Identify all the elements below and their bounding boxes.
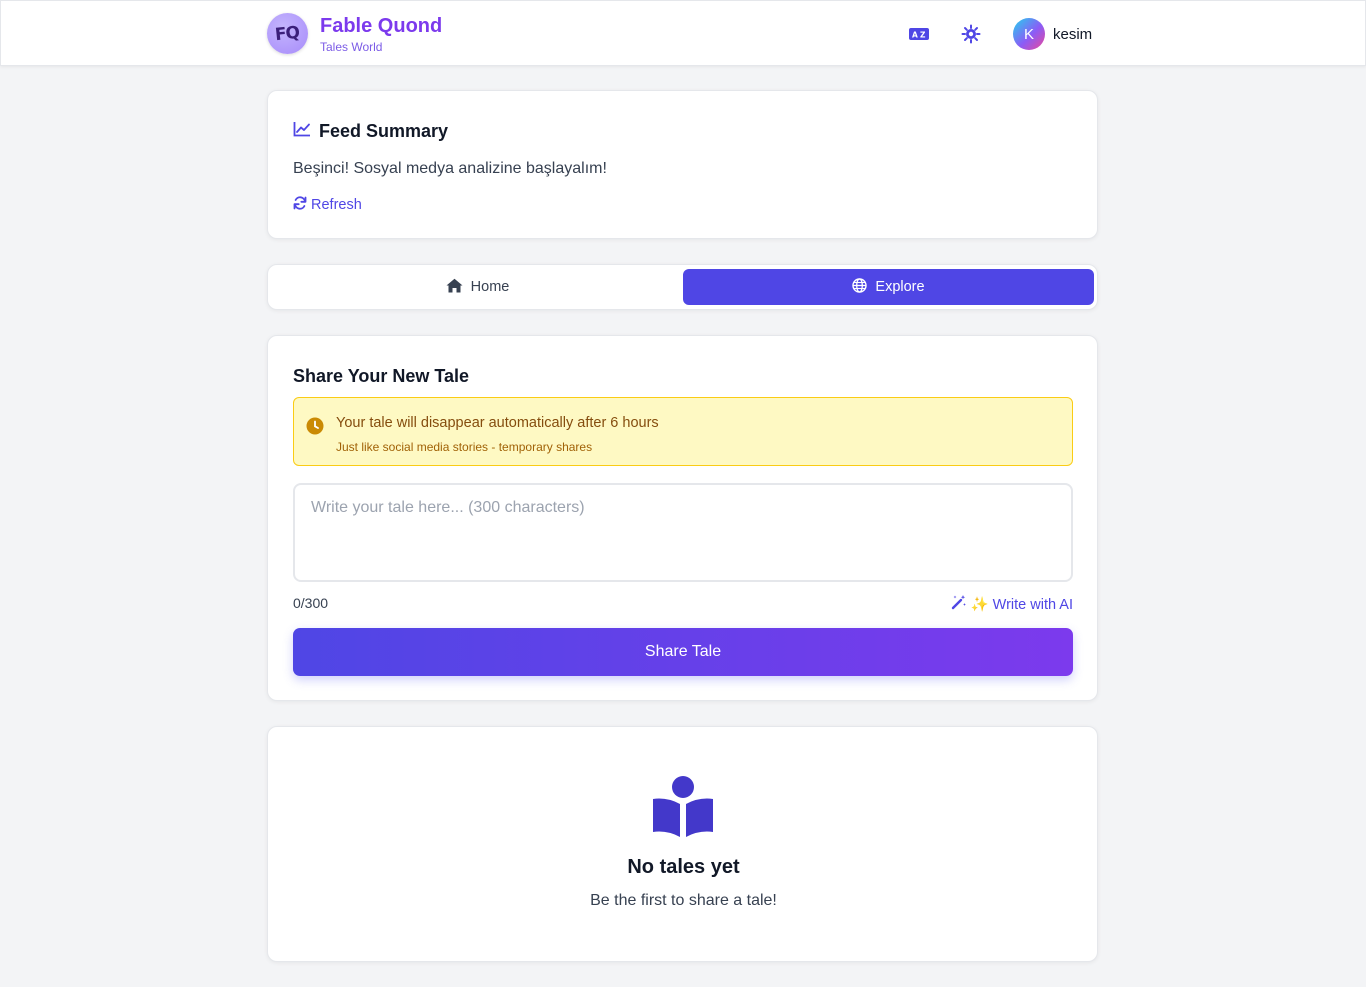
summary-title: Feed Summary [319,121,449,141]
brand[interactable]: FQ Fable Quond Tales World [267,13,442,54]
write-with-ai-button[interactable]: ✨ Write with AI [951,594,1073,614]
tab-explore[interactable]: Explore [683,269,1094,305]
refresh-button[interactable]: Refresh [293,196,362,214]
tab-home[interactable]: Home [272,269,683,305]
logo-text: FQ [274,22,301,45]
magic-wand-icon [951,594,967,614]
user-menu[interactable]: K kesim [1013,18,1092,50]
tale-input[interactable] [293,483,1073,582]
app-title: Fable Quond [320,14,443,37]
book-reader-icon [652,775,714,842]
app-subtitle: Tales World [320,39,383,54]
expiry-notice: Your tale will disappear automatically a… [293,397,1073,466]
language-icon[interactable]: A Z [907,22,931,46]
top-navbar: FQ Fable Quond Tales World A Z K kesim [0,0,1366,66]
avatar: K [1013,18,1045,50]
svg-text:A: A [912,31,918,40]
empty-state-subtitle: Be the first to share a tale! [590,892,777,909]
refresh-icon [293,196,307,214]
notice-title: Your tale will disappear automatically a… [336,415,659,431]
logo: FQ [267,13,308,54]
write-with-ai-label: ✨ Write with AI [970,596,1073,613]
home-icon [446,278,463,297]
clock-icon [306,417,324,440]
theme-toggle-icon[interactable] [959,22,983,46]
compose-card: Share Your New Tale Your tale will disap… [267,335,1098,701]
tab-home-label: Home [470,279,510,295]
notice-subtitle: Just like social media stories - tempora… [336,440,593,454]
character-counter: 0/300 [293,595,329,611]
compose-title: Share Your New Tale [293,366,470,386]
feed-summary-card: Feed Summary Beşinci! Sosyal medya anali… [267,90,1098,239]
empty-state-title: No tales yet [627,856,740,878]
refresh-label: Refresh [311,197,362,213]
summary-text: Beşinci! Sosyal medya analizine başlayal… [293,160,607,177]
tab-explore-label: Explore [875,279,925,295]
empty-state-card: No tales yet Be the first to share a tal… [267,726,1098,962]
username: kesim [1053,25,1093,43]
feed-tabs: Home Explore [267,264,1098,310]
globe-icon [852,277,868,297]
share-tale-button[interactable]: Share Tale [293,628,1073,676]
chart-line-icon [293,121,311,142]
svg-text:Z: Z [920,31,926,40]
